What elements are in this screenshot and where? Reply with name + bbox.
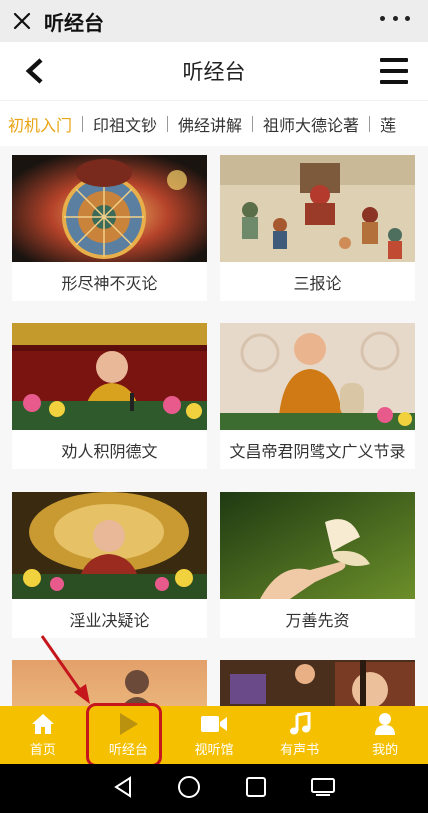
back-arrow-icon[interactable] <box>20 56 50 86</box>
lecture-title: 劝人积阴德文 <box>61 441 158 461</box>
lecture-grid: 形尽神不灭论 三报论 劝人积阴德文 文昌帝君阴骘文广义节录 淫业决疑论 万善先资 <box>0 146 428 706</box>
more-options-icon[interactable] <box>380 8 410 28</box>
lecture-title: 三报论 <box>293 273 342 293</box>
tab-masters-works[interactable]: 祖师大德论著 <box>253 112 369 136</box>
nav-home[interactable]: 首页 <box>0 706 86 764</box>
annotation-arrow-icon <box>36 632 96 712</box>
nav-label: 视听馆 <box>194 743 234 758</box>
nav-label: 有声书 <box>280 743 320 758</box>
system-home-icon[interactable] <box>177 775 201 803</box>
lecture-card[interactable]: 三报论 <box>220 155 415 301</box>
lecture-card[interactable]: 文昌帝君阴骘文广义节录 <box>220 323 415 469</box>
page-header: 听经台 <box>0 42 428 100</box>
home-icon <box>31 712 55 736</box>
lecture-card[interactable]: 万善先资 <box>220 492 415 638</box>
android-nav-bar <box>0 764 428 813</box>
system-back-icon[interactable] <box>112 775 134 802</box>
wechat-title-bar: 听经台 <box>0 0 428 42</box>
category-tabs: 初机入门 印祖文钞 佛经讲解 祖师大德论著 莲 <box>0 100 428 146</box>
video-camera-icon <box>200 712 228 736</box>
tab-beginner[interactable]: 初机入门 <box>8 112 82 136</box>
tab-yinzu[interactable]: 印祖文钞 <box>83 112 167 136</box>
lecture-card[interactable] <box>220 660 415 706</box>
system-keyboard-icon[interactable] <box>310 776 336 802</box>
user-icon <box>374 712 396 736</box>
nav-label: 我的 <box>372 743 399 758</box>
app-frame: 听经台 听经台 初机入门 印祖文钞 佛经讲解 祖师大德论著 莲 形尽神不灭论 三… <box>0 0 428 813</box>
system-recents-icon[interactable] <box>245 776 267 802</box>
annotation-highlight <box>86 703 162 767</box>
lecture-card[interactable]: 淫业决疑论 <box>12 492 207 638</box>
lecture-title: 文昌帝君阴骘文广义节录 <box>229 441 406 461</box>
hamburger-menu-icon[interactable] <box>380 58 408 84</box>
lecture-title: 万善先资 <box>285 610 350 630</box>
lecture-thumbnail <box>12 492 207 599</box>
lecture-thumbnail <box>220 323 415 430</box>
lecture-card[interactable]: 劝人积阴德文 <box>12 323 207 469</box>
lecture-thumbnail <box>12 155 207 262</box>
nav-video[interactable]: 视听馆 <box>171 706 257 764</box>
wechat-title: 听经台 <box>44 10 104 35</box>
page-title: 听经台 <box>182 60 246 84</box>
lecture-thumbnail <box>220 492 415 599</box>
nav-profile[interactable]: 我的 <box>342 706 428 764</box>
lecture-thumbnail <box>220 660 415 706</box>
nav-audiobook[interactable]: 有声书 <box>257 706 343 764</box>
music-note-icon <box>289 712 311 736</box>
lecture-title: 形尽神不灭论 <box>61 273 158 293</box>
nav-label: 首页 <box>29 743 56 758</box>
close-icon[interactable] <box>0 0 44 42</box>
lecture-card[interactable]: 形尽神不灭论 <box>12 155 207 301</box>
bottom-tab-bar: 首页 听经台 视听馆 有声书 我的 <box>0 706 428 764</box>
lecture-thumbnail <box>12 323 207 430</box>
tab-sutra-lectures[interactable]: 佛经讲解 <box>168 112 252 136</box>
tab-lotus[interactable]: 莲 <box>370 112 406 136</box>
lecture-thumbnail <box>220 155 415 262</box>
